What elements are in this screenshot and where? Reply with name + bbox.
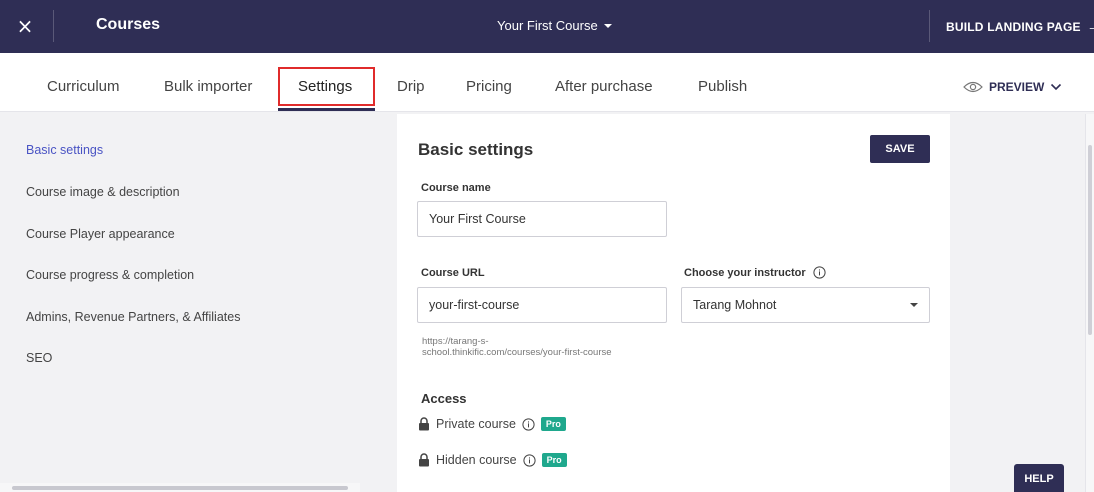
info-icon[interactable] <box>813 266 826 279</box>
pro-badge: Pro <box>540 417 566 431</box>
divider <box>929 10 930 42</box>
save-button[interactable]: SAVE <box>870 135 930 163</box>
sidebar-item-admins-revenue[interactable]: Admins, Revenue Partners, & Affiliates <box>26 310 240 324</box>
url-hint-line: school.thinkific.com/courses/your-first-… <box>422 347 612 358</box>
vertical-scrollbar-thumb[interactable] <box>1088 145 1092 335</box>
help-button[interactable]: HELP <box>1014 464 1064 492</box>
sidebar-item-player-appearance[interactable]: Course Player appearance <box>26 227 175 241</box>
info-icon[interactable] <box>522 417 535 431</box>
tab-pricing[interactable]: Pricing <box>466 53 512 112</box>
instructor-label-text: Choose your instructor <box>684 266 806 279</box>
preview-button[interactable]: PREVIEW <box>963 80 1062 94</box>
build-landing-page-label: BUILD LANDING PAGE <box>946 19 1081 34</box>
chevron-down-icon <box>1050 83 1062 91</box>
info-icon[interactable] <box>523 453 536 467</box>
arrow-right-icon: → <box>1087 18 1094 35</box>
sidebar-item-progress-completion[interactable]: Course progress & completion <box>26 268 194 282</box>
pro-badge: Pro <box>541 453 567 467</box>
instructor-select[interactable]: Tarang Mohnot <box>681 287 930 323</box>
private-course-label: Private course <box>436 417 516 431</box>
course-url-label: Course URL <box>421 267 485 279</box>
instructor-label: Choose your instructor <box>684 266 826 279</box>
close-icon[interactable]: × <box>15 14 35 38</box>
course-selector[interactable]: Your First Course <box>497 18 612 33</box>
caret-down-icon <box>603 23 612 28</box>
hidden-course-label: Hidden course <box>436 453 517 467</box>
build-landing-page-button[interactable]: BUILD LANDING PAGE → <box>946 18 1094 35</box>
tab-after-purchase[interactable]: After purchase <box>555 53 653 112</box>
active-tab-underline <box>278 108 375 111</box>
instructor-selected-value: Tarang Mohnot <box>693 298 777 312</box>
lock-icon <box>418 453 430 467</box>
basic-settings-panel: Basic settings SAVE Course name Your Fir… <box>397 114 950 492</box>
eye-icon <box>963 81 983 93</box>
cropped-row <box>418 484 928 492</box>
preview-label: PREVIEW <box>989 80 1045 94</box>
lock-icon <box>418 417 430 431</box>
course-url-hint: https://tarang-s- school.thinkific.com/c… <box>422 336 682 358</box>
private-course-option[interactable]: Private course Pro <box>418 417 566 431</box>
tab-bar: Curriculum Bulk importer Settings Drip P… <box>0 53 1094 112</box>
sidebar-item-course-image[interactable]: Course image & description <box>26 185 180 199</box>
caret-down-icon <box>910 303 918 307</box>
tab-curriculum[interactable]: Curriculum <box>47 53 120 112</box>
hidden-course-option[interactable]: Hidden course Pro <box>418 453 567 467</box>
access-section-title: Access <box>421 391 467 406</box>
sidebar-item-basic-settings[interactable]: Basic settings <box>26 143 103 157</box>
url-hint-line: https://tarang-s- <box>422 336 489 347</box>
app-title: Courses <box>96 16 161 33</box>
divider <box>53 10 54 42</box>
tab-bulk-importer[interactable]: Bulk importer <box>164 53 252 112</box>
horizontal-scrollbar-thumb[interactable] <box>12 486 348 490</box>
course-name-input[interactable]: Your First Course <box>417 201 667 237</box>
tab-settings[interactable]: Settings <box>298 53 352 112</box>
course-name-label: Course name <box>421 182 491 194</box>
tab-drip[interactable]: Drip <box>397 53 425 112</box>
course-url-input[interactable]: your-first-course <box>417 287 667 323</box>
panel-title: Basic settings <box>418 140 534 159</box>
top-bar: × Courses Your First Course BUILD LANDIN… <box>0 0 1094 53</box>
tab-publish[interactable]: Publish <box>698 53 747 112</box>
sidebar-item-seo[interactable]: SEO <box>26 351 52 365</box>
course-selector-label: Your First Course <box>497 18 598 33</box>
